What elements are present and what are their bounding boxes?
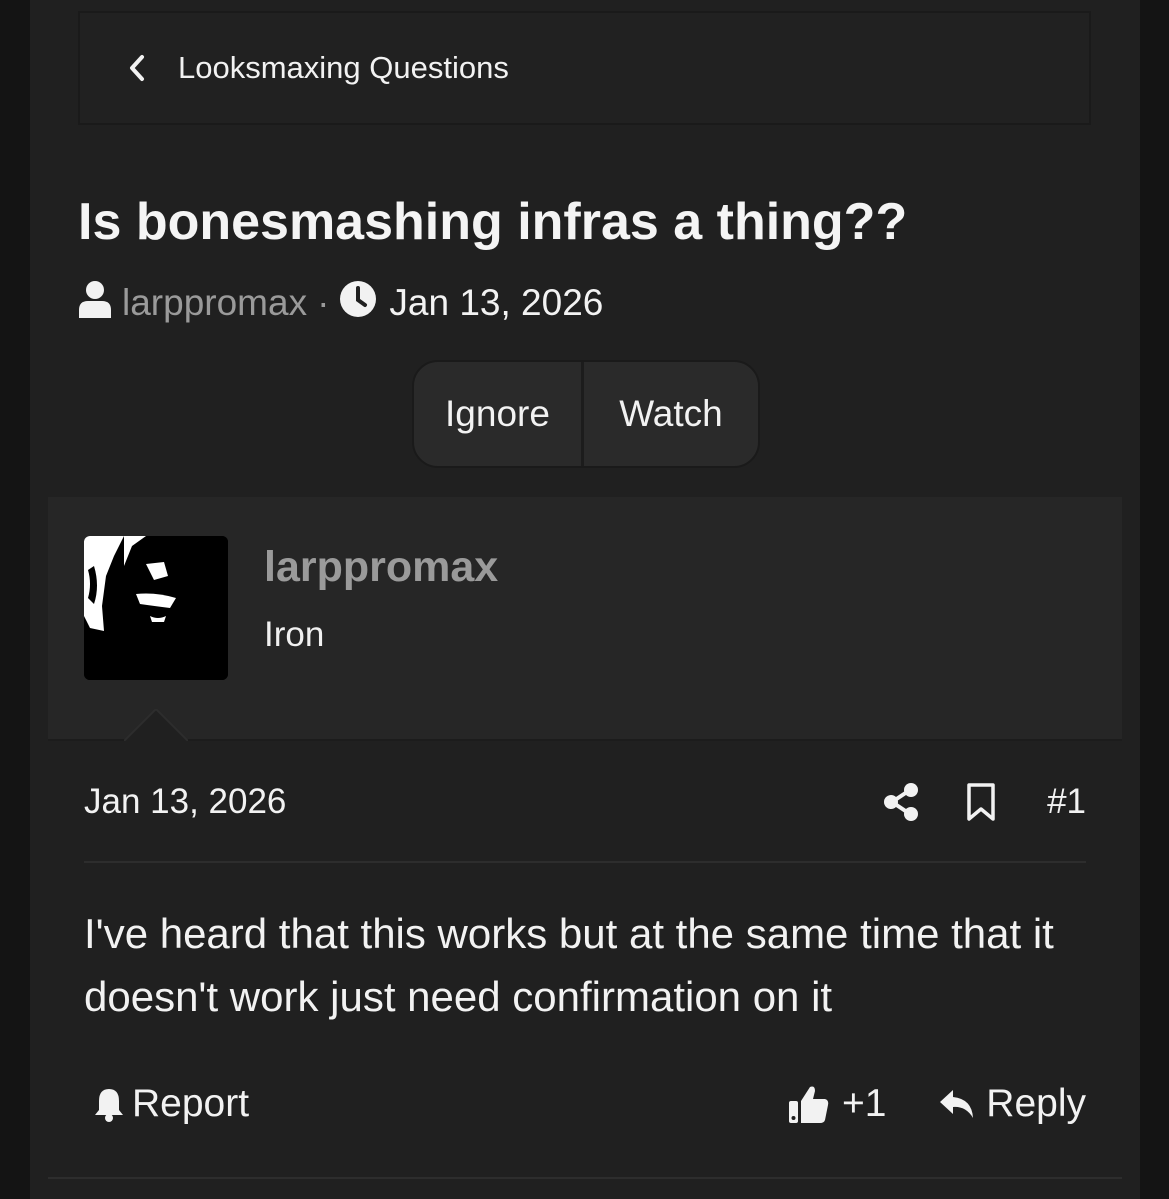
clock-icon xyxy=(339,280,377,327)
share-icon[interactable] xyxy=(882,782,920,822)
watch-button[interactable]: Watch xyxy=(584,362,758,466)
thread-action-buttons: Ignore Watch xyxy=(412,360,760,468)
post-username[interactable]: larppromax xyxy=(264,543,498,592)
post-number[interactable]: #1 xyxy=(1047,782,1086,822)
divider xyxy=(48,1177,1122,1179)
like-button[interactable]: +1 xyxy=(788,1078,886,1130)
bookmark-icon[interactable] xyxy=(964,782,998,822)
post-actions: Report +1 Reply xyxy=(84,1078,1086,1130)
thread-title: Is bonesmashing infras a thing?? xyxy=(78,193,908,251)
reply-label: Reply xyxy=(986,1082,1086,1125)
report-button[interactable]: Report xyxy=(92,1078,249,1130)
thread-author-link[interactable]: larppromax xyxy=(122,282,307,324)
breadcrumb[interactable]: Looksmaxing Questions xyxy=(78,11,1091,125)
ignore-button[interactable]: Ignore xyxy=(414,362,584,466)
report-label: Report xyxy=(132,1082,250,1125)
reply-icon xyxy=(940,1090,974,1118)
meta-separator: · xyxy=(317,282,330,323)
reaction-count: +1 xyxy=(842,1082,887,1125)
post-date[interactable]: Jan 13, 2026 xyxy=(84,782,286,822)
post-user-block: larppromax Iron xyxy=(48,497,1122,741)
user-icon xyxy=(78,280,112,327)
chevron-left-icon xyxy=(126,53,148,83)
page: Looksmaxing Questions Is bonesmashing in… xyxy=(30,0,1140,1199)
user-block-pointer xyxy=(124,709,188,741)
bell-icon xyxy=(95,1089,123,1122)
post-header: Jan 13, 2026 #1 xyxy=(84,778,1086,826)
post-body: I've heard that this works but at the sa… xyxy=(84,910,1054,1020)
thread-meta: larppromax · Jan 13, 2026 xyxy=(78,280,603,326)
breadcrumb-label[interactable]: Looksmaxing Questions xyxy=(178,50,509,86)
user-rank: Iron xyxy=(264,615,325,654)
thumbs-up-icon xyxy=(789,1086,829,1123)
divider xyxy=(84,861,1086,863)
thread-date[interactable]: Jan 13, 2026 xyxy=(389,282,603,324)
avatar[interactable] xyxy=(84,536,228,680)
reply-button[interactable]: Reply xyxy=(938,1078,1086,1130)
